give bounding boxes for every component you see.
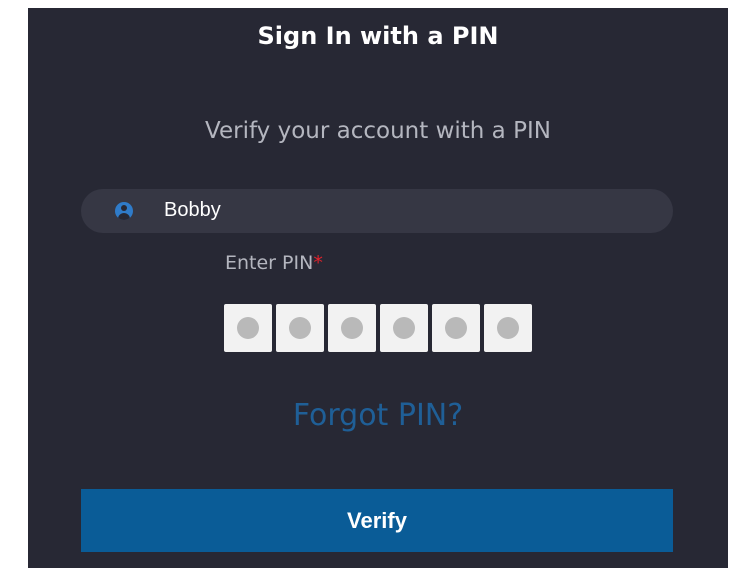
sign-in-panel: Sign In with a PIN Verify your account w… (28, 8, 728, 568)
pin-digit-1[interactable] (224, 304, 272, 352)
pin-digit-6[interactable] (484, 304, 532, 352)
forgot-pin-link[interactable]: Forgot PIN? (28, 398, 728, 433)
user-circle-icon (115, 202, 133, 220)
subtitle: Verify your account with a PIN (205, 118, 551, 144)
pin-dot-icon (289, 317, 311, 339)
pin-dot-icon (341, 317, 363, 339)
pin-digit-4[interactable] (380, 304, 428, 352)
user-name: Bobby (164, 199, 221, 221)
pin-digit-3[interactable] (328, 304, 376, 352)
pin-label-text: Enter PIN (225, 252, 314, 274)
page-title: Sign In with a PIN (257, 22, 499, 50)
pin-dot-icon (445, 317, 467, 339)
pin-dot-icon (393, 317, 415, 339)
pin-dot-icon (497, 317, 519, 339)
verify-button[interactable]: Verify (81, 489, 673, 552)
pin-digit-2[interactable] (276, 304, 324, 352)
pin-digit-5[interactable] (432, 304, 480, 352)
pin-dot-icon (237, 317, 259, 339)
required-marker: * (313, 252, 323, 274)
pin-input-row (224, 304, 532, 352)
pin-label: Enter PIN* (225, 252, 323, 274)
user-selector[interactable]: Bobby (81, 189, 673, 233)
